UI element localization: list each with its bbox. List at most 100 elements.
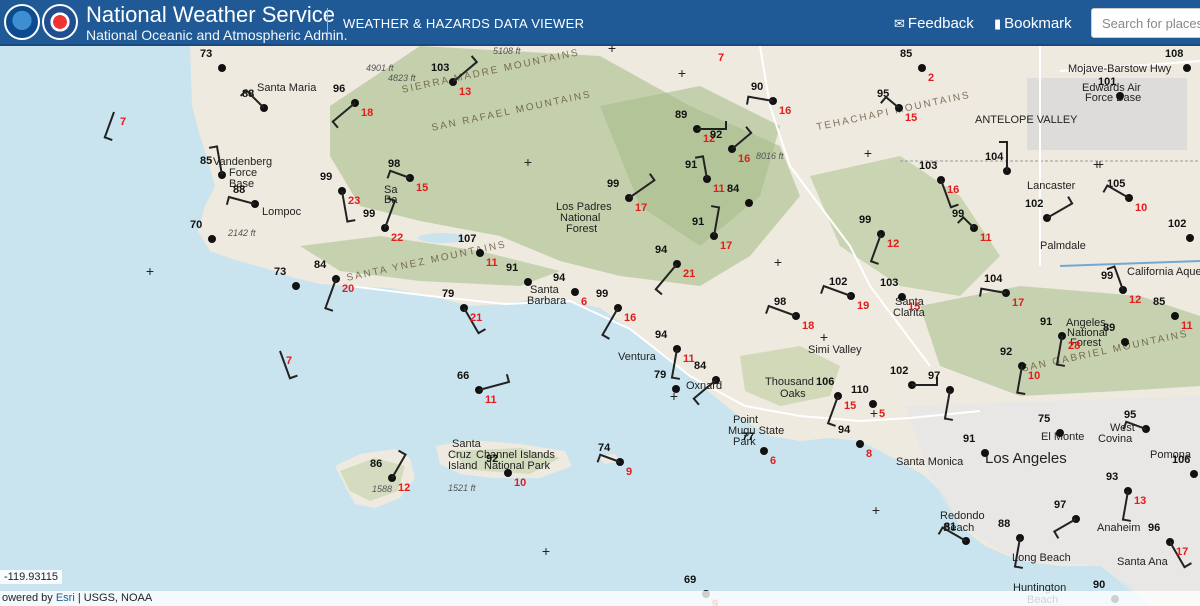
attribution-suffix: | USGS, NOAA (74, 592, 153, 604)
header-divider (327, 8, 328, 38)
feedback-button[interactable]: ✉ Feedback (894, 15, 974, 32)
station-temperature: 99 (363, 208, 376, 220)
station-temperature: 73 (274, 266, 287, 278)
station-dot-icon[interactable] (208, 235, 216, 243)
station-dot-icon[interactable] (760, 447, 768, 455)
station-wind-gust: 10 (514, 477, 527, 489)
station-temperature: 85 (900, 48, 913, 60)
station-temperature: 93 (1106, 471, 1119, 483)
station-wind-gust: 17 (1176, 546, 1189, 558)
station-temperature: 89 (1103, 322, 1116, 334)
station-wind-gust: 16 (779, 105, 792, 117)
station-dot-icon[interactable] (1190, 470, 1198, 478)
station-temperature: 103 (431, 62, 450, 74)
station-temperature: 97 (1054, 499, 1067, 511)
station-temperature: 96 (333, 83, 346, 95)
station-temperature: 79 (442, 288, 455, 300)
station-temperature: 75 (1038, 413, 1051, 425)
station-wind-gust: 28 (1068, 340, 1081, 352)
station-dot-icon[interactable] (869, 400, 877, 408)
station-dot-icon[interactable] (571, 288, 579, 296)
station-temperature: 94 (553, 272, 566, 284)
station-temperature: 89 (675, 109, 688, 121)
station-temperature: 101 (1098, 76, 1117, 88)
map-label: Long Beach (1012, 552, 1071, 564)
station-dot-icon[interactable] (1186, 234, 1194, 242)
esri-link[interactable]: Esri (56, 592, 75, 604)
station-temperature: 95 (1124, 409, 1137, 421)
station-temperature: 98 (388, 158, 401, 170)
station-wind-gust: 17 (1012, 297, 1025, 309)
search-input[interactable] (1091, 8, 1200, 38)
station-temperature: 94 (655, 329, 668, 341)
station-wind-gust: 12 (1129, 294, 1142, 306)
map-crosshair-marker-icon: + (863, 145, 873, 161)
station-dot-icon[interactable] (672, 385, 680, 393)
station-temperature: 110 (851, 384, 869, 396)
station-wind-gust: 15 (905, 112, 918, 124)
station-temperature: 99 (596, 288, 609, 300)
station-wind-gust: 10 (1135, 202, 1148, 214)
attribution-bar: owered by Esri | USGS, NOAA (0, 591, 1200, 606)
map-canvas[interactable]: Santa MariaLompocVandenbergForceBaseSaBa… (0, 46, 1200, 606)
station-wind-gust: 12 (398, 482, 411, 494)
station-wind-gust: 18 (802, 320, 815, 332)
station-dot-icon[interactable] (476, 249, 484, 257)
station-wind-gust: 20 (342, 283, 355, 295)
station-wind-gust: 23 (348, 195, 361, 207)
station-temperature: 88 (998, 518, 1011, 530)
station-temperature: 79 (654, 369, 667, 381)
map-crosshair-marker-icon: + (871, 502, 881, 518)
app-title: National Weather Service (86, 2, 336, 27)
bookmark-button[interactable]: ▮ Bookmark (994, 15, 1072, 32)
station-temperature: 98 (774, 296, 787, 308)
map-label: 2142 ft (228, 228, 256, 238)
station-wind-gust: 2 (928, 72, 935, 84)
station-dot-icon[interactable] (856, 440, 864, 448)
station-dot-icon[interactable] (218, 64, 226, 72)
station-dot-icon[interactable] (981, 449, 989, 457)
station-dot-icon[interactable] (1116, 92, 1124, 100)
station-dot-icon[interactable] (745, 199, 753, 207)
map-label: Force Base (1085, 92, 1142, 104)
station-wind-gust: 15 (416, 182, 429, 194)
station-temperature: 104 (985, 151, 1004, 163)
station-temperature: 97 (928, 370, 941, 382)
wind-barb-icon (912, 377, 938, 386)
map-label: Santa Maria (257, 82, 317, 94)
map-crosshair-marker-icon: + (145, 263, 155, 279)
map-label: Ventura (618, 351, 656, 363)
station-temperature: 102 (829, 276, 848, 288)
station-wind-gust: 15 (844, 400, 857, 412)
map-label: Los Angeles (985, 450, 1067, 467)
station-dot-icon[interactable] (292, 282, 300, 290)
map-crosshair-marker-icon: + (1095, 156, 1105, 172)
app-subtitle: National Oceanic and Atmospheric Admin. (86, 27, 348, 43)
station-dot-icon[interactable] (898, 293, 906, 301)
station-temperature: 84 (727, 183, 740, 195)
agency-name[interactable]: National Weather Service National Oceani… (86, 2, 348, 44)
station-temperature: 74 (598, 442, 611, 454)
station-dot-icon[interactable] (1183, 64, 1191, 72)
station-temperature: 94 (838, 424, 851, 436)
noaa-logo-icon[interactable] (4, 4, 40, 40)
map-label: 4901 ft (366, 63, 394, 73)
attribution-prefix: owered by (2, 592, 56, 604)
station-wind-gust: 5 (879, 408, 886, 420)
station-temperature: 70 (190, 219, 203, 231)
app-header: National Weather Service National Oceani… (0, 0, 1200, 46)
station-dot-icon[interactable] (1121, 338, 1129, 346)
station-temperature: 66 (457, 370, 470, 382)
map-label: Lancaster (1027, 180, 1076, 192)
station-dot-icon[interactable] (504, 469, 512, 477)
station-dot-icon[interactable] (918, 64, 926, 72)
nws-logo-icon[interactable] (42, 4, 78, 40)
station-dot-icon[interactable] (524, 278, 532, 286)
map-crosshair-marker-icon: + (607, 46, 617, 56)
station-dot-icon[interactable] (1171, 312, 1179, 320)
map-label: Covina (1098, 433, 1133, 445)
station-dot-icon[interactable] (1056, 429, 1064, 437)
map-label: 1521 ft (448, 483, 476, 493)
station-temperature: 92 (710, 129, 723, 141)
station-wind-gust: 21 (683, 268, 696, 280)
